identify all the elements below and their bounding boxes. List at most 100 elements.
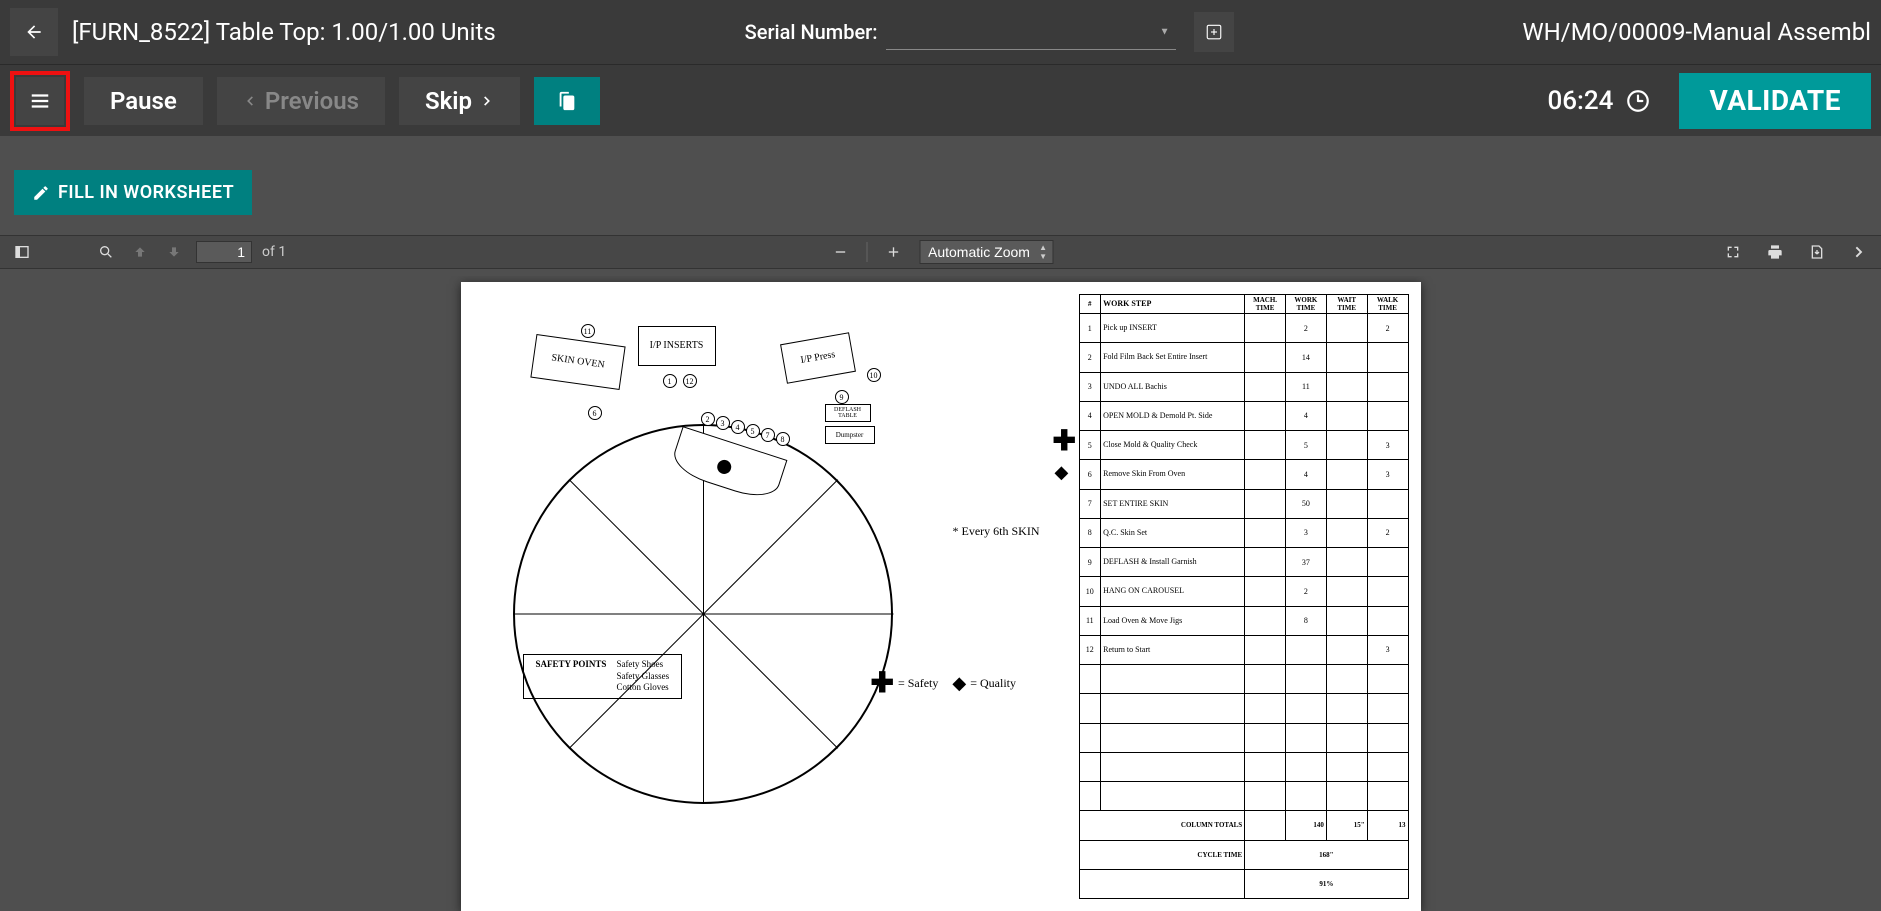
skip-label: Skip [425,87,472,115]
col-work: WORK TIME [1286,295,1327,314]
serial-number-input[interactable] [886,14,1176,50]
timer-group: 06:24 [1547,86,1651,116]
document-button[interactable] [534,77,600,125]
plus-box-icon [1205,23,1223,41]
previous-label: Previous [265,87,359,115]
diamond-icon: ◆ [952,673,966,694]
step-marker: 11 [581,324,595,338]
safety-marker-icon: ✚ [1053,424,1076,458]
sidebar-icon [14,244,30,260]
hamburger-highlight [10,71,70,131]
worksheet-diagram: SKIN OVEN I/P INSERTS I/P Press DEFLASH … [473,294,1069,899]
arrow-left-icon [24,22,44,42]
search-icon [98,244,114,260]
table-row: 2Fold Film Back Set Entire Insert14 [1079,343,1408,372]
previous-button[interactable]: Previous [217,77,385,125]
col-workstep: WORK STEP [1101,295,1245,314]
fill-worksheet-label: FILL IN WORKSHEET [58,182,234,203]
cycle-pct: 91% [1245,869,1408,898]
chevron-left-icon [243,90,257,112]
find-button[interactable] [94,240,118,264]
documents-icon [556,88,578,114]
step-marker: 1 [663,374,677,388]
legend-quality: = Quality [970,676,1016,691]
total-wait: 15" [1326,811,1367,840]
back-button[interactable] [10,8,58,56]
work-order-title: WH/MO/00009-Manual Assembl [1482,18,1871,46]
page-title: [FURN_8522] Table Top: 1.00/1.00 Units [72,18,496,46]
box-ip-inserts: I/P INSERTS [638,326,716,366]
download-button[interactable] [1805,240,1829,264]
tools-button[interactable] [1847,240,1871,264]
quality-marker-icon: ◆ [1055,462,1069,483]
pdf-page: SKIN OVEN I/P INSERTS I/P Press DEFLASH … [461,282,1421,911]
col-walk: WALK TIME [1367,295,1408,314]
fullscreen-icon [1725,244,1741,260]
prev-page-button[interactable] [128,240,152,264]
box-deflash: DEFLASH TABLE [825,404,871,422]
content-area: FILL IN WORKSHEET of 1 [0,136,1881,911]
box-ip-press: I/P Press [780,332,856,384]
pdf-viewport[interactable]: SKIN OVEN I/P INSERTS I/P Press DEFLASH … [0,276,1881,911]
box-dumpster: Dumpster [825,426,875,444]
table-row: 9DEFLASH & Install Garnish37 [1079,548,1408,577]
col-num: # [1079,295,1101,314]
pdf-toolbar: of 1 Automatic Zoom ▲▼ [0,235,1881,269]
minus-icon [832,244,848,260]
add-serial-button[interactable] [1194,12,1234,52]
skip-button[interactable]: Skip [399,77,520,125]
plus-icon: ✚ [871,666,894,700]
print-icon [1767,244,1783,260]
plus-icon [885,244,901,260]
action-bar: Pause Previous Skip 06:24 VALIDATE [0,64,1881,136]
step-marker: 3 [716,416,730,430]
col-wait: WAIT TIME [1326,295,1367,314]
safety-points-label: SAFETY POINTS [532,659,611,694]
step-marker: 2 [701,412,715,426]
table-row: 12Return to Start3 [1079,635,1408,664]
timer-value: 06:24 [1547,86,1613,116]
pause-button[interactable]: Pause [84,77,203,125]
step-marker: 8 [776,432,790,446]
download-icon [1809,244,1825,260]
zoom-select[interactable]: Automatic Zoom [919,240,1053,264]
legend-safety: = Safety [898,676,938,691]
table-row: 10HANG ON CAROUSEL2 [1079,577,1408,606]
pause-label: Pause [110,87,177,115]
clock-icon [1625,88,1651,114]
step-marker: 6 [588,406,602,420]
validate-button[interactable]: VALIDATE [1679,73,1871,129]
step-marker: 9 [835,390,849,404]
step-marker: 4 [731,420,745,434]
table-row: 7SET ENTIRE SKIN50 [1079,489,1408,518]
fullscreen-button[interactable] [1721,240,1745,264]
step-marker: 7 [761,428,775,442]
step-marker: 5 [746,424,760,438]
fill-worksheet-button[interactable]: FILL IN WORKSHEET [14,170,252,215]
arrow-up-icon [132,244,148,260]
validate-label: VALIDATE [1709,84,1841,117]
box-skin-oven: SKIN OVEN [530,334,625,390]
next-page-button[interactable] [162,240,186,264]
total-walk: 13 [1367,811,1408,840]
zoom-out-button[interactable] [828,240,852,264]
safety-points-items: Safety Shoes Safety Glasses Cotton Glove… [612,659,673,694]
sidebar-toggle-button[interactable] [10,240,34,264]
hamburger-icon [29,90,51,112]
total-mach [1245,811,1286,840]
top-header: [FURN_8522] Table Top: 1.00/1.00 Units S… [0,0,1881,64]
table-row: 4OPEN MOLD & Demold Pt. Side4 [1079,401,1408,430]
col-mach: MACH. TIME [1245,295,1286,314]
serial-number-group: Serial Number: ▼ [745,12,1234,52]
print-button[interactable] [1763,240,1787,264]
zoom-in-button[interactable] [881,240,905,264]
menu-button[interactable] [16,77,64,125]
cycle-time-label: CYCLE TIME [1079,840,1245,869]
pencil-icon [32,184,50,202]
chevron-right-icon [1851,244,1867,260]
safety-points-box: SAFETY POINTS Safety Shoes Safety Glasse… [523,654,683,699]
total-work: 140 [1286,811,1327,840]
table-row: 3UNDO ALL Bachis11 [1079,372,1408,401]
page-of-label: of 1 [262,244,286,260]
page-number-input[interactable] [196,241,252,263]
